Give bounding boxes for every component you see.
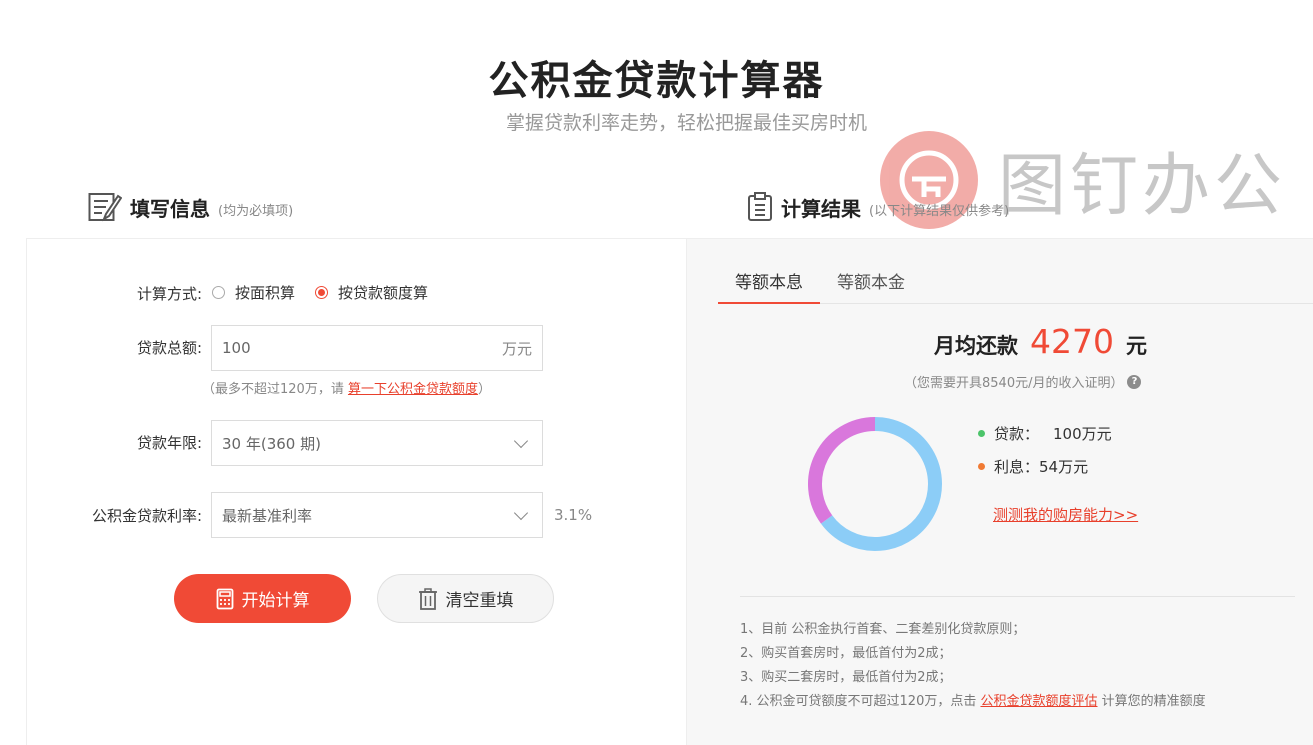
income-proof-note: （您需要开具8540元/月的收入证明） ?	[904, 372, 1142, 391]
page-title: 公积金贷款计算器	[488, 58, 825, 104]
note-line-2: 2、购买首套房时，最低首付为2成；	[740, 646, 952, 661]
donut-slice-principal	[820, 417, 942, 551]
monthly-payment: 月均还款 4270 元	[934, 322, 1147, 361]
note-line-1: 1、目前 公积金执行首套、二套差别化贷款原则；	[740, 622, 1026, 637]
chevron-down-icon	[513, 505, 529, 520]
page: 公积金贷款计算器 掌握贷款利率走势，轻松把握最佳买房时机 图钉办公 填写信息 (…	[0, 0, 1313, 745]
monthly-payment-label: 月均还款	[934, 334, 1018, 358]
legend-principal-value: 100万元	[1053, 425, 1112, 443]
radio-by-area-dot[interactable]	[212, 286, 225, 299]
legend-principal-label: 贷款：	[994, 425, 1040, 443]
rate-label: 公积金贷款利率:	[91, 507, 202, 525]
legend-principal: 贷款： 100万元	[978, 423, 1112, 444]
loan-term-value: 30 年(360 期)	[222, 434, 321, 453]
loan-limit-hint: （最多不超过120万，请 算一下公积金贷款额度）	[202, 378, 491, 397]
loan-total-label: 贷款总额:	[136, 339, 202, 357]
rate-select[interactable]: 最新基准利率	[211, 492, 543, 538]
radio-by-loan-amount[interactable]: 按贷款额度算	[315, 282, 428, 303]
reset-button[interactable]: 清空重填	[377, 574, 554, 623]
loan-limit-hint-suffix: ）	[477, 382, 491, 397]
result-section-header: 计算结果 (以下计算结果仅供参考)	[747, 192, 1009, 222]
test-buying-power-link[interactable]: 测测我的购房能力>>	[993, 504, 1138, 525]
note-line-3: 3、购买二套房时，最低首付为2成；	[740, 670, 952, 685]
note-line-4-suffix: 计算您的精准额度	[1097, 694, 1206, 709]
loan-total-input[interactable]	[222, 339, 502, 357]
principal-dot-icon	[978, 430, 985, 437]
calculate-button[interactable]: 开始计算	[174, 574, 351, 623]
watermark-text: 图钉办公	[998, 147, 1287, 226]
loan-term-select[interactable]: 30 年(360 期)	[211, 420, 543, 466]
note-line-4: 4. 公积金可贷额度不可超过120万，点击 公积金贷款额度评估 计算您的精准额度	[740, 690, 1206, 714]
radio-by-loan-amount-dot[interactable]	[315, 286, 329, 299]
donut-slice-interest	[808, 417, 876, 524]
reset-button-label: 清空重填	[445, 591, 514, 611]
result-section-title: 计算结果	[781, 196, 861, 221]
loan-limit-hint-prefix: （最多不超过120万，请	[202, 382, 348, 397]
loan-total-field[interactable]: 万元	[211, 325, 543, 371]
monthly-payment-value: 4270	[1030, 322, 1114, 361]
policy-notes: 1、目前 公积金执行首套、二套差别化贷款原则； 2、购买首套房时，最低首付为2成…	[740, 618, 1206, 714]
clipboard-icon	[748, 192, 772, 221]
calculator-icon	[216, 588, 233, 609]
result-tabs: 等额本息 等额本金	[718, 258, 1313, 304]
tab-equal-principal[interactable]: 等额本金	[820, 258, 922, 304]
calc-method-label: 计算方式:	[136, 285, 202, 303]
calc-limit-link[interactable]: 算一下公积金贷款额度	[348, 382, 478, 397]
rate-value: 最新基准利率	[222, 506, 313, 525]
result-section-note: (以下计算结果仅供参考)	[869, 203, 1010, 219]
note-line-4-prefix: 4. 公积金可贷额度不可超过120万，点击	[740, 694, 981, 709]
trash-icon	[418, 587, 437, 610]
legend-interest-value: 54万元	[1039, 458, 1089, 476]
calculate-button-label: 开始计算	[241, 591, 310, 611]
chevron-down-icon	[513, 433, 529, 448]
form-edit-icon	[88, 193, 122, 222]
legend-interest-label: 利息：	[994, 458, 1040, 476]
radio-by-loan-amount-label: 按贷款额度算	[338, 284, 429, 302]
input-section-title: 填写信息	[130, 196, 210, 221]
radio-by-area-label: 按面积算	[235, 284, 296, 302]
legend-interest: 利息： 54万元	[978, 456, 1088, 477]
loan-limit-evaluation-link[interactable]: 公积金贷款额度评估	[980, 694, 1097, 709]
loan-total-unit: 万元	[501, 339, 532, 358]
radio-by-area[interactable]: 按面积算	[212, 282, 295, 303]
income-proof-text: （您需要开具8540元/月的收入证明）	[904, 376, 1124, 391]
monthly-payment-unit: 元	[1125, 334, 1147, 358]
interest-dot-icon	[978, 463, 985, 470]
loan-term-label: 贷款年限:	[136, 434, 202, 452]
input-section-header: 填写信息 (均为必填项)	[88, 192, 293, 222]
calc-method-radio-group: 按面积算 按贷款额度算	[212, 282, 448, 303]
help-icon[interactable]: ?	[1127, 374, 1142, 389]
input-section-note: (均为必填项)	[218, 203, 294, 219]
repayment-donut-chart	[808, 417, 942, 551]
tab-equal-installment[interactable]: 等额本息	[718, 258, 820, 304]
rate-percent: 3.1%	[554, 506, 593, 524]
divider	[740, 596, 1295, 597]
